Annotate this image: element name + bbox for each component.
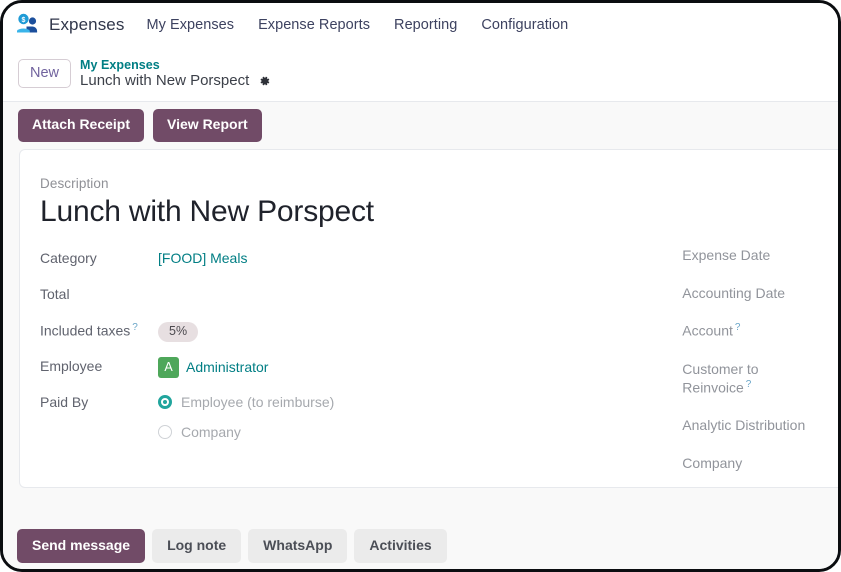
svg-text:$: $ — [22, 17, 26, 24]
field-label-account: Account? — [682, 322, 827, 341]
chatter-composer-tabs: Send message Log note WhatsApp Activitie… — [17, 528, 454, 563]
employee-value[interactable]: A Administrator — [158, 355, 268, 378]
description-label: Description — [40, 176, 109, 191]
field-included-taxes: Included taxes? 5% — [40, 319, 682, 343]
employee-name-link[interactable]: Administrator — [186, 358, 268, 376]
field-label-customer-to-reinvoice: Customer to Reinvoice? — [682, 361, 827, 397]
breadcrumb: My Expenses Lunch with New Porspect — [80, 58, 271, 90]
new-record-button[interactable]: New — [18, 58, 72, 89]
form-columns: Category [FOOD] Meals Total Included tax… — [40, 247, 838, 494]
help-icon-customer-to-reinvoice[interactable]: ? — [746, 379, 752, 390]
description-input[interactable]: Lunch with New Porspect — [40, 194, 838, 231]
field-label-expense-date: Expense Date — [682, 246, 771, 263]
form-right-column: Expense Date Accounting Date Account? Cu… — [682, 247, 838, 494]
paid-by-radio-group: Employee (to reimburse) Company — [158, 391, 334, 441]
tax-tag[interactable]: 5% — [158, 321, 199, 343]
menu-item-expense-reports[interactable]: Expense Reports — [258, 17, 370, 33]
view-report-button[interactable]: View Report — [153, 109, 262, 142]
field-label-paid-by: Paid By — [40, 393, 89, 410]
help-icon-included-taxes[interactable]: ? — [132, 322, 138, 333]
menu-item-configuration[interactable]: Configuration — [481, 17, 568, 33]
radio-selected-icon[interactable] — [158, 394, 172, 409]
field-paid-by: Paid By Employee (to reimburse) Company — [40, 391, 682, 441]
help-icon-account[interactable]: ? — [735, 322, 741, 333]
field-employee: Employee A Administrator — [40, 355, 682, 379]
field-label-analytic-distribution: Analytic Distribution — [682, 417, 806, 434]
field-label-category: Category — [40, 249, 97, 266]
send-message-button[interactable]: Send message — [17, 528, 146, 563]
radio-label-company: Company — [181, 423, 241, 440]
included-taxes-value[interactable]: 5% — [158, 319, 199, 343]
field-category: Category [FOOD] Meals — [40, 247, 682, 271]
field-label-accounting-date: Accounting Date — [682, 284, 786, 301]
radio-option-employee[interactable]: Employee (to reimburse) — [158, 393, 334, 411]
radio-unselected-icon[interactable] — [158, 424, 172, 439]
category-value[interactable]: [FOOD] Meals — [158, 247, 247, 267]
form-left-column: Category [FOOD] Meals Total Included tax… — [40, 247, 682, 494]
menu-item-reporting[interactable]: Reporting — [394, 17, 457, 33]
log-note-button[interactable]: Log note — [152, 528, 242, 563]
whatsapp-button[interactable]: WhatsApp — [248, 528, 348, 563]
field-label-company: Company — [682, 455, 743, 472]
gear-icon[interactable] — [257, 74, 271, 88]
page-title: Lunch with New Porspect — [80, 71, 250, 89]
control-panel: Attach Receipt View Report — [3, 102, 838, 149]
field-label-account-text: Account — [682, 323, 733, 340]
breadcrumb-parent-link[interactable]: My Expenses — [80, 58, 271, 72]
breadcrumb-current-line: Lunch with New Porspect — [80, 71, 271, 90]
radio-label-employee: Employee (to reimburse) — [181, 393, 335, 410]
menu-item-my-expenses[interactable]: My Expenses — [146, 17, 234, 33]
app-brand-name[interactable]: Expenses — [49, 15, 124, 35]
field-label-included-taxes: Included taxes? — [40, 319, 158, 340]
expenses-user-dollar-icon[interactable]: $ — [15, 12, 41, 38]
top-navbar: $ Expenses My Expenses Expense Reports R… — [3, 3, 838, 46]
field-label-included-taxes-text: Included taxes — [40, 322, 131, 339]
app-window: $ Expenses My Expenses Expense Reports R… — [0, 0, 841, 572]
attach-receipt-button[interactable]: Attach Receipt — [18, 109, 145, 142]
field-total: Total — [40, 283, 682, 307]
radio-option-company[interactable]: Company — [158, 423, 334, 441]
avatar: A — [158, 356, 179, 378]
field-label-employee: Employee — [40, 357, 103, 374]
form-sheet: Description Lunch with New Porspect Cate… — [19, 149, 838, 488]
activities-button[interactable]: Activities — [354, 528, 447, 563]
breadcrumb-row: New My Expenses Lunch with New Porspect — [3, 46, 838, 102]
field-label-total: Total — [40, 285, 70, 302]
